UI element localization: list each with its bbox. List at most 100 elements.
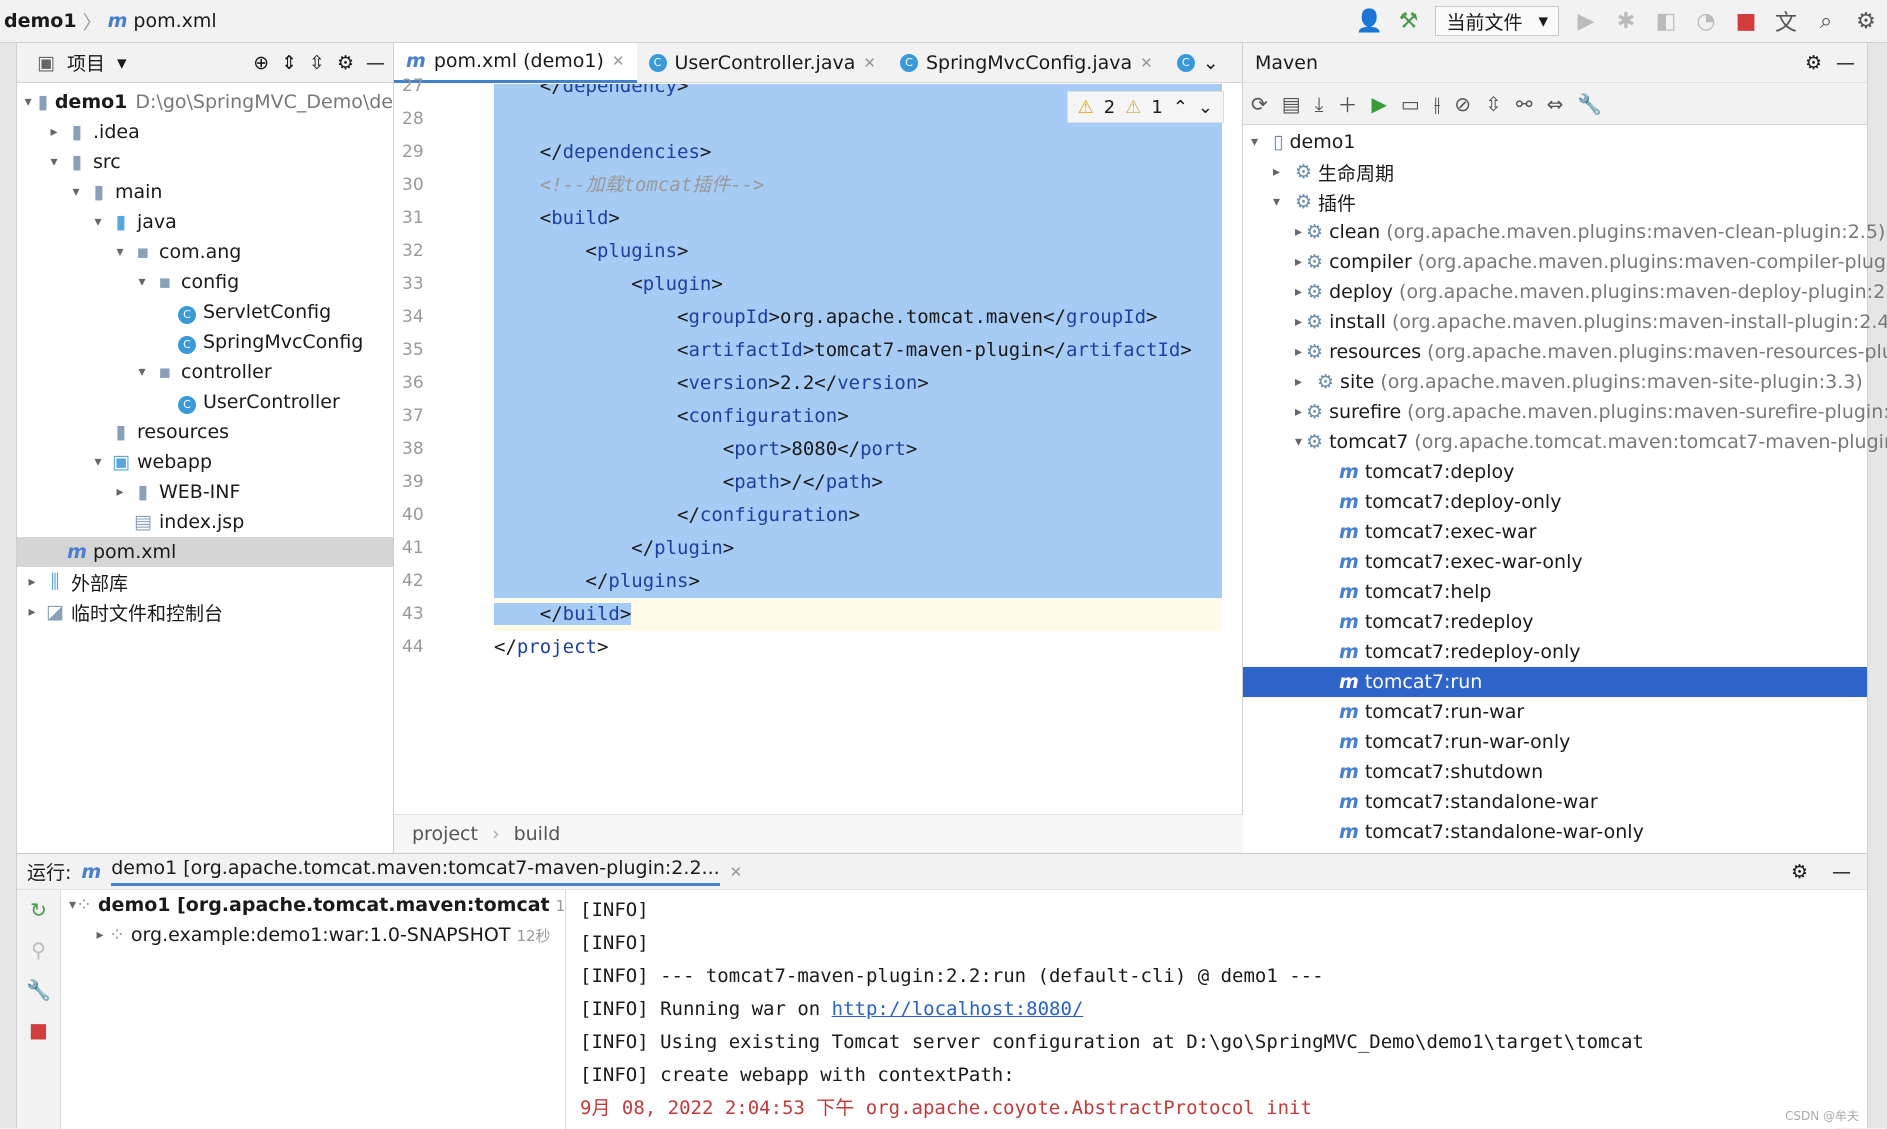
tree-row-web-inf[interactable]: ▸ ▮ WEB-INF — [17, 477, 393, 507]
chevron-down-icon[interactable]: ▾ — [89, 454, 107, 470]
code-area[interactable]: </dependency> </dependencies> <!--加载tomc… — [494, 84, 1222, 814]
tree-row-config[interactable]: ▾ ▪ config — [17, 267, 393, 297]
run-icon[interactable]: ▶ — [1573, 9, 1599, 34]
maven-row-tomcat7-deploy-only[interactable]: m tomcat7:deploy-only — [1243, 487, 1867, 517]
maven-row-tomcat7-deploy[interactable]: m tomcat7:deploy — [1243, 457, 1867, 487]
chevron-down-icon[interactable]: ▾ — [133, 274, 151, 290]
chevron-down-icon[interactable]: ▾ — [1273, 194, 1291, 210]
chevron-down-icon[interactable]: ▾ — [1295, 434, 1302, 450]
build-hammer-icon[interactable]: ⚒ — [1395, 9, 1421, 34]
collapse-all-icon[interactable]: ⇳ — [309, 52, 325, 74]
chevron-right-icon[interactable]: ▸ — [1295, 314, 1302, 330]
tree-row-src[interactable]: ▾ ▮ src — [17, 147, 393, 177]
hide-icon[interactable]: — — [366, 52, 385, 74]
run-config-select[interactable]: 当前文件 ▾ — [1435, 6, 1559, 36]
maven-row-tomcat7-run[interactable]: m tomcat7:run — [1243, 667, 1867, 697]
tree-row--idea[interactable]: ▸ ▮ .idea — [17, 117, 393, 147]
tree-row-index-jsp[interactable]: ▤ index.jsp — [17, 507, 393, 537]
tree-row-usercontroller[interactable]: C UserController — [17, 387, 393, 417]
debug-icon[interactable]: ✱ — [1613, 9, 1639, 34]
run-icon[interactable]: ▶ — [1372, 92, 1387, 116]
locate-icon[interactable]: ⊕ — [253, 52, 269, 74]
chevron-down-icon[interactable]: ▾ — [23, 94, 33, 110]
rerun-icon[interactable]: ↻ — [17, 890, 60, 930]
inspection-widget[interactable]: ⚠ 2 ⚠ 1 ⌃ ⌄ — [1066, 91, 1224, 123]
expand-icon[interactable]: ⇔ — [1547, 92, 1564, 116]
tree-row-springmvcconfig[interactable]: C SpringMvcConfig — [17, 327, 393, 357]
stop-icon[interactable]: ■ — [17, 1010, 60, 1050]
search-icon[interactable]: ⌕ — [1813, 9, 1839, 34]
debug-icon[interactable]: ⚲ — [17, 930, 60, 970]
run-config-icon[interactable]: ▭ — [1401, 92, 1420, 116]
breadcrumb-project[interactable]: demo1 — [4, 10, 77, 32]
hide-icon[interactable]: — — [1832, 861, 1851, 883]
coverage-icon[interactable]: ◧ — [1653, 9, 1679, 34]
chevron-down-icon[interactable]: ▾ — [117, 52, 127, 74]
profile-icon[interactable]: ◔ — [1693, 9, 1719, 34]
maven-row-tomcat7-run-war[interactable]: m tomcat7:run-war — [1243, 697, 1867, 727]
maven-row-tomcat7-redeploy-only[interactable]: m tomcat7:redeploy-only — [1243, 637, 1867, 667]
chevron-right-icon[interactable]: ▸ — [91, 927, 109, 943]
maven-row-deploy[interactable]: ▸ ⚙ deploy (org.apache.maven.plugins:maven-… — [1243, 277, 1887, 307]
chevron-down-icon[interactable]: ⌄ — [1203, 52, 1219, 74]
maven-row-resources[interactable]: ▸ ⚙ resources (org.apache.maven.plugins:mav… — [1243, 337, 1887, 367]
maven-row-tomcat7-run-war-only[interactable]: m tomcat7:run-war-only — [1243, 727, 1867, 757]
tab-usercontroller-java[interactable]: C UserController.java ✕ — [637, 43, 888, 83]
user-icon[interactable]: 👤 — [1355, 9, 1382, 34]
tree-row--[interactable]: ▸ ◪ 临时文件和控制台 — [17, 597, 393, 627]
chevron-down-icon[interactable]: ▾ — [133, 364, 151, 380]
breadcrumb-project[interactable]: project — [412, 823, 478, 845]
maven-row--[interactable]: ▸ ⚙ 生命周期 — [1243, 157, 1867, 187]
settings-icon[interactable]: ⚙ — [337, 52, 354, 74]
toggle-offline-icon[interactable]: ⫲ — [1434, 92, 1440, 116]
breadcrumb-file[interactable]: pom.xml — [133, 10, 216, 32]
maven-row-tomcat7-help[interactable]: m tomcat7:help — [1243, 577, 1867, 607]
chevron-right-icon[interactable]: ▸ — [23, 604, 41, 620]
download-icon[interactable]: ⤓ — [1315, 92, 1324, 116]
chevron-up-icon[interactable]: ⌃ — [1173, 97, 1188, 118]
chevron-right-icon[interactable]: ▸ — [1295, 344, 1302, 360]
maven-row-tomcat7-exec-war[interactable]: m tomcat7:exec-war — [1243, 517, 1867, 547]
chevron-right-icon[interactable]: ▸ — [1295, 224, 1302, 240]
console-output[interactable]: [INFO] [INFO] [INFO] --- tomcat7-maven-plu… — [566, 890, 1837, 1129]
tree-row--[interactable]: ▸ ⫼ 外部库 — [17, 567, 393, 597]
chevron-down-icon[interactable]: ▾ — [69, 897, 76, 913]
settings-icon[interactable]: ⚙ — [1805, 52, 1822, 74]
wrench-icon[interactable]: 🔧 — [17, 970, 60, 1010]
run-tree-row[interactable]: ▸ ⁘ org.example:demo1:war:1.0-SNAPSHOT 12秒 — [61, 920, 565, 950]
chevron-down-icon[interactable]: ▾ — [111, 244, 129, 260]
maven-row-tomcat7-shutdown[interactable]: m tomcat7:shutdown — [1243, 757, 1867, 787]
tree-row-java[interactable]: ▾ ▮ java — [17, 207, 393, 237]
stop-icon[interactable]: ■ — [1733, 9, 1759, 34]
settings-icon[interactable]: ⚙ — [1791, 861, 1808, 883]
show-dependencies-icon[interactable]: ⚯ — [1516, 92, 1533, 116]
translate-icon[interactable]: 文 — [1773, 5, 1799, 37]
console-link[interactable]: http://localhost:8080/ — [832, 998, 1084, 1020]
chevron-right-icon[interactable]: ▸ — [45, 124, 63, 140]
tree-row-main[interactable]: ▾ ▮ main — [17, 177, 393, 207]
chevron-right-icon[interactable]: ▸ — [1295, 254, 1302, 270]
maven-row-tomcat7-exec-war-only[interactable]: m tomcat7:exec-war-only — [1243, 547, 1867, 577]
chevron-right-icon[interactable]: ▸ — [1295, 284, 1302, 300]
chevron-right-icon[interactable]: ▸ — [111, 484, 129, 500]
maven-row-clean[interactable]: ▸ ⚙ clean (org.apache.maven.plugins:maven-c… — [1243, 217, 1885, 247]
maven-row-tomcat7[interactable]: ▾ ⚙ tomcat7 (org.apache.tomcat.maven:tomcat… — [1243, 427, 1887, 457]
tree-row-controller[interactable]: ▾ ▪ controller — [17, 357, 393, 387]
maven-row-tomcat7-redeploy[interactable]: m tomcat7:redeploy — [1243, 607, 1867, 637]
chevron-right-icon[interactable]: ▸ — [23, 574, 41, 590]
close-icon[interactable]: ✕ — [612, 52, 625, 70]
maven-row-tomcat7-standalone-war[interactable]: m tomcat7:standalone-war — [1243, 787, 1867, 817]
chevron-down-icon[interactable]: ▾ — [1251, 134, 1269, 150]
maven-row-tomcat7-standalone-war-only[interactable]: m tomcat7:standalone-war-only — [1243, 817, 1867, 847]
run-tree-row[interactable]: ▾⁘demo1 [org.apache.tomcat.maven:tomcat1… — [61, 890, 590, 920]
reload-icon[interactable]: ⟳ — [1251, 92, 1268, 116]
add-folder-icon[interactable]: ▤ — [1282, 92, 1301, 116]
maven-row-compiler[interactable]: ▸ ⚙ compiler (org.apache.maven.plugins:mave… — [1243, 247, 1887, 277]
chevron-right-icon[interactable]: ▸ — [1295, 374, 1313, 390]
settings-icon[interactable]: ⚙ — [1853, 9, 1879, 34]
maven-row-site[interactable]: ▸ ⚙ site (org.apache.maven.plugins:maven-si… — [1243, 367, 1867, 397]
maven-row-install[interactable]: ▸ ⚙ install (org.apache.maven.plugins:maven… — [1243, 307, 1887, 337]
chevron-down-icon[interactable]: ▾ — [67, 184, 85, 200]
chevron-right-icon[interactable]: ▸ — [1273, 164, 1291, 180]
add-icon[interactable]: ＋ — [1338, 89, 1358, 118]
